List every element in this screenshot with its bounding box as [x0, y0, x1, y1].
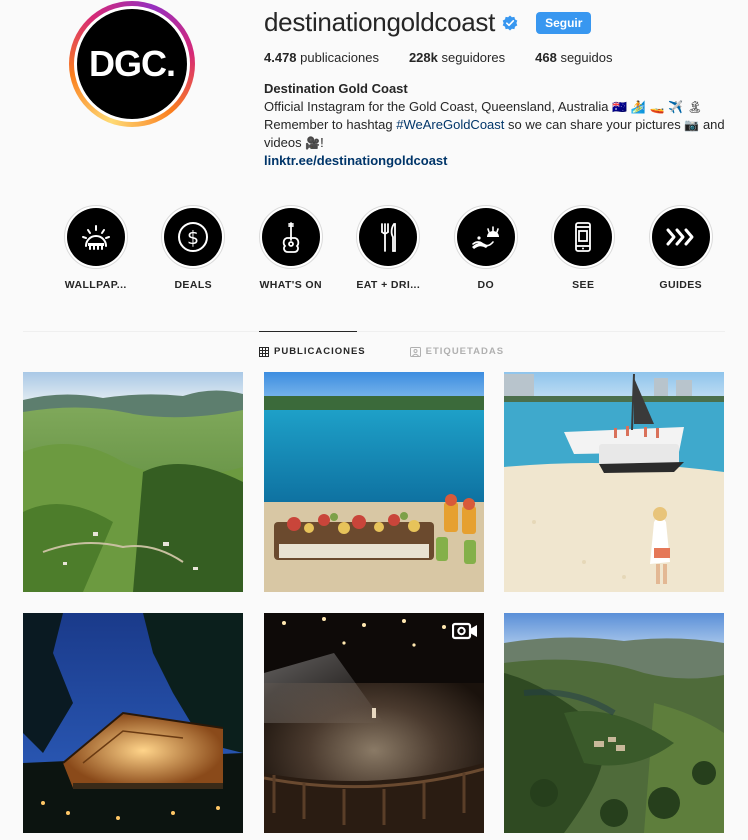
- post-image-hills: [23, 372, 243, 592]
- guitar-icon: [282, 222, 299, 253]
- tab-tagged[interactable]: ETIQUETADAS: [409, 346, 505, 357]
- post-thumbnail[interactable]: [264, 372, 484, 592]
- followers-stat[interactable]: 228k seguidores: [409, 50, 505, 65]
- highlight-cover: [66, 208, 125, 266]
- post-image-picnic: [264, 372, 484, 592]
- follow-button[interactable]: Seguir: [536, 11, 592, 34]
- chevrons-icon: [666, 228, 694, 246]
- story-highlights: WALLPAP... $ DEALS WHAT'S ON EAT + DRI..…: [47, 205, 730, 291]
- bio-description: Official Instagram for the Gold Coast, Q…: [264, 99, 609, 114]
- highlight-cover: [554, 208, 613, 266]
- avatar[interactable]: DGC.: [74, 6, 190, 122]
- highlight-label: DO: [477, 279, 495, 291]
- post-thumbnail[interactable]: [504, 613, 724, 833]
- highlight-cover: [359, 208, 418, 266]
- posts-count: 4.478: [264, 50, 297, 65]
- sunrise-icon: [81, 225, 110, 250]
- avatar-logo-text: DGC.: [89, 43, 176, 84]
- highlight-see[interactable]: SEE: [535, 205, 633, 291]
- section-divider: [23, 331, 725, 332]
- highlight-ring: [551, 205, 616, 269]
- highlight-ring: [356, 205, 421, 269]
- post-image-catamaran: [504, 372, 724, 592]
- highlight-whats-on[interactable]: WHAT'S ON: [242, 205, 340, 291]
- username-row: destinationgoldcoast Seguir: [264, 7, 592, 38]
- bio-hashtag-link[interactable]: #WeAreGoldCoast: [396, 117, 504, 132]
- highlight-guides[interactable]: GUIDES: [632, 205, 730, 291]
- following-stat[interactable]: 468 seguidos: [535, 50, 612, 65]
- surf-icon: [471, 226, 499, 249]
- active-tab-indicator: [259, 331, 357, 332]
- fork-knife-icon: [381, 223, 397, 252]
- svg-text:$: $: [187, 227, 199, 249]
- video-camera-emoji: 🎥: [305, 136, 321, 150]
- bio-hashtag-suffix: so we can share your pictures: [508, 117, 681, 132]
- bio-external-link[interactable]: linktr.ee/destinationgoldcoast: [264, 153, 447, 168]
- highlight-label: WHAT'S ON: [259, 279, 322, 291]
- bio-line-2: Remember to hashtag #WeAreGoldCoast so w…: [264, 116, 734, 134]
- avatar-logo: DGC.: [77, 9, 187, 119]
- highlight-ring: [453, 205, 518, 269]
- highlight-ring: [63, 205, 128, 269]
- bio-videos: videos: [264, 135, 302, 150]
- post-thumbnail[interactable]: [23, 613, 243, 833]
- highlight-label: WALLPAP...: [64, 279, 127, 291]
- highlight-wallpapers[interactable]: WALLPAP...: [47, 205, 145, 291]
- post-image-forest: [504, 613, 724, 833]
- bio-emojis: 🇦🇺 🏄 🚤 ✈️ 🏝: [612, 100, 703, 114]
- post-thumbnail[interactable]: [264, 613, 484, 833]
- highlight-cover: [456, 208, 515, 266]
- followers-label: seguidores: [441, 50, 506, 65]
- highlight-deals[interactable]: $ DEALS: [145, 205, 243, 291]
- tab-posts[interactable]: PUBLICACIONES: [259, 346, 366, 357]
- highlight-eat-drink[interactable]: EAT + DRI...: [340, 205, 438, 291]
- highlight-cover: [261, 208, 320, 266]
- post-image-tent: [23, 613, 243, 833]
- bio-line-3: videos 🎥!: [264, 134, 734, 152]
- highlight-ring: $: [161, 205, 226, 269]
- followers-count: 228k: [408, 50, 438, 65]
- tab-tagged-label: ETIQUETADAS: [425, 346, 505, 357]
- following-label: seguidos: [560, 50, 613, 65]
- bio-line-1: Official Instagram for the Gold Coast, Q…: [264, 98, 734, 116]
- video-camera-icon: [452, 622, 477, 640]
- verified-badge-icon: [502, 15, 518, 30]
- post-thumbnail[interactable]: [23, 372, 243, 592]
- following-count: 468: [535, 50, 557, 65]
- camera-emoji: 📷: [684, 118, 700, 132]
- profile-username: destinationgoldcoast: [264, 7, 496, 37]
- highlight-cover: $: [164, 208, 223, 266]
- bio-hashtag-prefix: Remember to hashtag: [264, 117, 393, 132]
- post-thumbnail[interactable]: [504, 372, 724, 592]
- bio-exclamation: !: [320, 135, 324, 150]
- highlight-ring: [258, 205, 323, 269]
- highlight-cover: [651, 208, 710, 266]
- phone-icon: [575, 222, 592, 252]
- highlight-label: SEE: [572, 279, 595, 291]
- highlight-label: DEALS: [174, 279, 213, 291]
- post-image-arena: [264, 613, 484, 833]
- bio-full-name: Destination Gold Coast: [264, 81, 408, 96]
- highlight-do[interactable]: DO: [437, 205, 535, 291]
- grid-icon: [259, 346, 269, 357]
- dollar-icon: $: [178, 222, 209, 252]
- highlight-label: EAT + DRI...: [356, 279, 421, 291]
- tab-posts-label: PUBLICACIONES: [274, 346, 366, 357]
- tagged-icon: [409, 346, 421, 357]
- profile-bio: Destination Gold Coast Official Instagra…: [264, 80, 734, 170]
- highlight-label: GUIDES: [659, 279, 703, 291]
- profile-stats: 4.478 publicaciones 228k seguidores 468 …: [264, 50, 644, 65]
- bio-and: and: [702, 117, 725, 132]
- highlight-ring: [648, 205, 713, 269]
- posts-stat: 4.478 publicaciones: [264, 50, 379, 65]
- profile-tabs: PUBLICACIONES ETIQUETADAS: [259, 346, 504, 357]
- posts-label: publicaciones: [300, 50, 379, 65]
